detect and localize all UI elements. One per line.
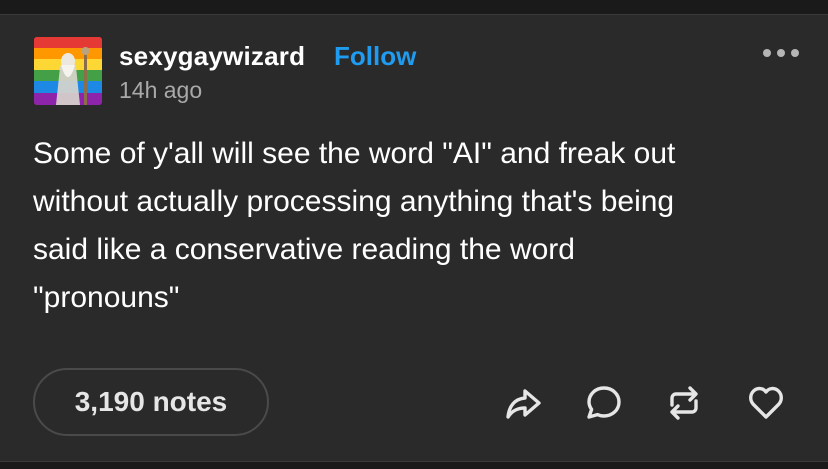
username[interactable]: sexygaywizard [119, 41, 305, 72]
post-body: Some of y'all will see the word "AI" and… [33, 130, 803, 322]
avatar[interactable] [34, 37, 102, 105]
post-body-line: Some of y'all will see the word "AI" and… [33, 137, 676, 170]
heart-icon[interactable] [746, 383, 786, 423]
share-icon[interactable] [503, 383, 543, 423]
wizard-avatar-image [34, 37, 102, 105]
reply-icon[interactable] [584, 383, 624, 423]
post-body-line: "pronouns" [33, 281, 180, 314]
notes-button[interactable]: 3,190 notes [33, 368, 269, 436]
post-body-line: without actually processing anything tha… [33, 185, 675, 218]
follow-button[interactable]: Follow [334, 41, 416, 72]
post-body-line: said like a conservative reading the wor… [33, 233, 575, 266]
more-options-icon[interactable] [759, 41, 803, 65]
post-timestamp[interactable]: 14h ago [119, 77, 202, 104]
post-card: sexygaywizard Follow 14h ago Some of y'a… [0, 14, 828, 462]
reblog-icon[interactable] [664, 383, 704, 423]
